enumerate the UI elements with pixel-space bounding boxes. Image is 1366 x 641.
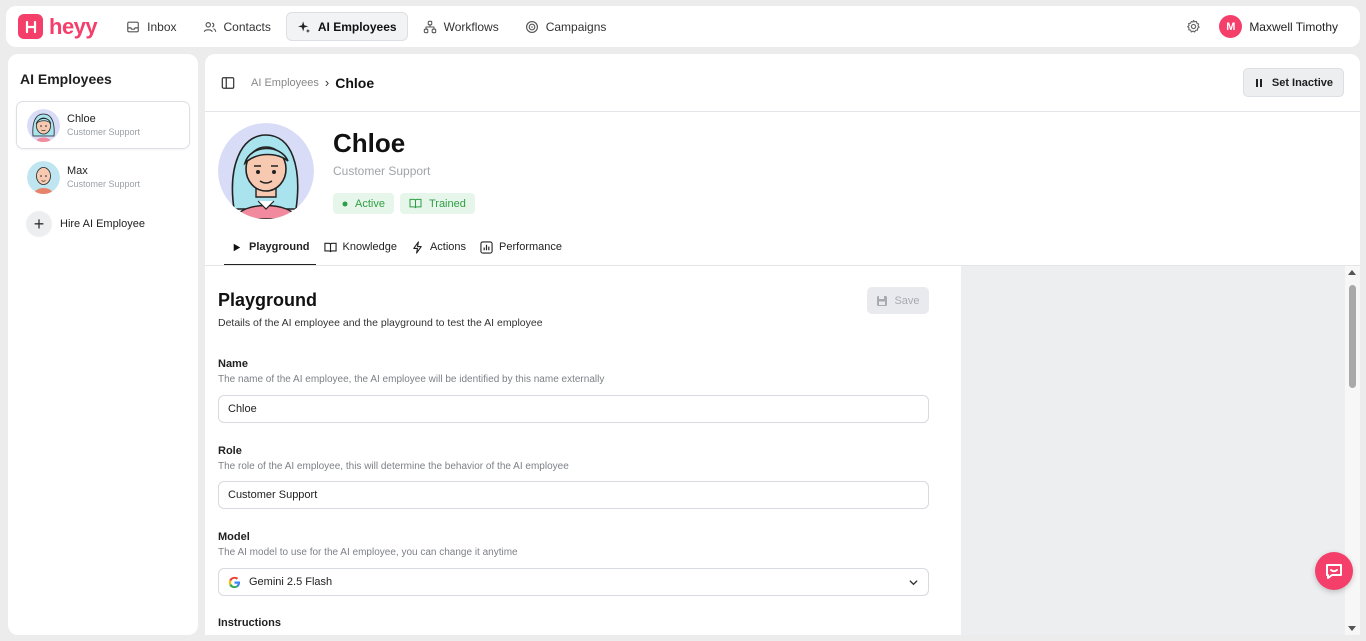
- nav-item-label: Contacts: [223, 19, 271, 34]
- tab-performance[interactable]: Performance: [474, 230, 568, 265]
- plus-icon: +: [26, 211, 52, 237]
- trained-badge: Trained: [399, 193, 475, 214]
- hire-ai-employee-button[interactable]: + Hire AI Employee: [16, 205, 190, 243]
- nav-item-campaigns[interactable]: Campaigns: [514, 12, 618, 41]
- nav-item-label: Campaigns: [545, 19, 607, 34]
- name-value: Chloe: [228, 403, 257, 415]
- playground-form: Playground Details of the AI employee an…: [205, 266, 961, 635]
- tab-playground[interactable]: Playground: [224, 230, 316, 265]
- instructions-label: Instructions: [218, 617, 281, 629]
- user-menu[interactable]: M Maxwell Timothy: [1219, 15, 1338, 38]
- brand-logo[interactable]: heyy: [18, 13, 98, 40]
- breadcrumb: AI Employees › Chloe: [251, 75, 374, 91]
- tab-knowledge[interactable]: Knowledge: [318, 230, 403, 265]
- employee-tabs: Playground Knowledge Actions Performance: [224, 230, 570, 265]
- badge-label: Trained: [428, 197, 466, 210]
- badge-label: Active: [355, 197, 385, 210]
- campaign-icon: [525, 20, 538, 33]
- nav-item-label: Workflows: [443, 19, 499, 34]
- section-title: Playground: [218, 290, 318, 310]
- employee-item-max[interactable]: Max Customer Support: [16, 153, 190, 201]
- inbox-icon: [127, 21, 139, 32]
- pause-icon: [1255, 78, 1262, 87]
- model-label: Model: [218, 531, 250, 543]
- page-header: AI Employees › Chloe Set Inactive: [205, 54, 1360, 112]
- status-badges: Active Trained: [333, 193, 475, 214]
- main-panel: AI Employees › Chloe Set Inactive Chloe …: [205, 54, 1360, 635]
- sidebar-title: AI Employees: [20, 71, 112, 87]
- book-icon: [409, 198, 422, 209]
- nav-item-label: Inbox: [147, 19, 177, 34]
- role-label: Role: [218, 445, 242, 457]
- chat-support-button[interactable]: [1315, 552, 1353, 590]
- book-icon: [323, 242, 337, 252]
- brand-name: heyy: [49, 13, 98, 39]
- section-description: Details of the AI employee and the playg…: [218, 317, 543, 329]
- tab-label: Actions: [429, 241, 467, 253]
- set-inactive-button[interactable]: Set Inactive: [1242, 68, 1344, 97]
- breadcrumb-current: Chloe: [335, 74, 375, 91]
- nav-item-ai-employees[interactable]: AI Employees: [285, 12, 408, 41]
- playground-preview-panel[interactable]: [961, 266, 1345, 635]
- bolt-icon: [413, 240, 422, 254]
- play-icon: [233, 243, 241, 251]
- profile-avatar: [218, 123, 314, 219]
- save-label: Save: [894, 294, 920, 307]
- settings-gear-icon[interactable]: [1186, 19, 1201, 34]
- workflow-icon: [423, 20, 436, 33]
- profile-name: Chloe: [333, 128, 406, 158]
- save-icon: [877, 295, 888, 306]
- model-value: Gemini 2.5 Flash: [249, 576, 333, 588]
- main-nav: Inbox Contacts AI Employees Workflows Ca…: [115, 12, 617, 41]
- employee-role: Customer Support: [67, 127, 141, 137]
- chloe-avatar: [27, 108, 60, 142]
- tab-actions[interactable]: Actions: [405, 230, 472, 265]
- save-button[interactable]: Save: [867, 287, 929, 314]
- role-value: Customer Support: [228, 489, 318, 501]
- employee-name: Max: [67, 165, 88, 177]
- name-help: The name of the AI employee, the AI empl…: [218, 374, 605, 385]
- set-inactive-label: Set Inactive: [1271, 76, 1333, 89]
- employee-role: Customer Support: [67, 179, 141, 189]
- breadcrumb-parent[interactable]: AI Employees: [251, 77, 319, 89]
- nav-item-workflows[interactable]: Workflows: [412, 12, 510, 41]
- scroll-up-icon[interactable]: [1348, 270, 1356, 275]
- chat-icon: [1326, 564, 1342, 579]
- nav-item-label: AI Employees: [317, 19, 397, 34]
- tab-label: Performance: [499, 241, 563, 253]
- ai-employees-sidebar: AI Employees Chloe Customer Support Max …: [8, 54, 198, 635]
- tab-label: Knowledge: [342, 241, 397, 253]
- breadcrumb-separator-icon: ›: [324, 75, 330, 90]
- user-name: Maxwell Timothy: [1249, 19, 1338, 34]
- employee-name: Chloe: [67, 113, 96, 125]
- name-field[interactable]: Chloe: [218, 395, 929, 423]
- contacts-icon: [203, 21, 216, 32]
- active-badge: Active: [333, 193, 394, 214]
- google-icon: [228, 576, 241, 588]
- model-select[interactable]: Gemini 2.5 Flash: [218, 568, 929, 596]
- nav-item-contacts[interactable]: Contacts: [192, 12, 282, 41]
- tab-label: Playground: [249, 241, 310, 253]
- model-help: The AI model to use for the AI employee,…: [218, 547, 518, 558]
- role-field[interactable]: Customer Support: [218, 481, 929, 509]
- nav-item-inbox[interactable]: Inbox: [115, 12, 187, 41]
- top-navigation-bar: heyy Inbox Contacts AI Employees Workflo…: [6, 6, 1360, 47]
- user-avatar: M: [1219, 15, 1243, 38]
- name-label: Name: [218, 358, 248, 370]
- role-help: The role of the AI employee, this will d…: [218, 461, 569, 472]
- max-avatar: [27, 160, 60, 194]
- toggle-sidebar-icon[interactable]: [221, 76, 235, 90]
- profile-role: Customer Support: [333, 164, 431, 178]
- hire-label: Hire AI Employee: [60, 218, 145, 230]
- scroll-down-icon[interactable]: [1348, 626, 1356, 631]
- chevron-down-icon: [909, 579, 918, 585]
- scroll-thumb[interactable]: [1349, 285, 1356, 388]
- heyy-logo-icon: [18, 14, 43, 39]
- dot-icon: [342, 201, 348, 206]
- sparkle-icon: [297, 20, 310, 33]
- chart-icon: [480, 240, 493, 254]
- employee-item-chloe[interactable]: Chloe Customer Support: [16, 101, 190, 149]
